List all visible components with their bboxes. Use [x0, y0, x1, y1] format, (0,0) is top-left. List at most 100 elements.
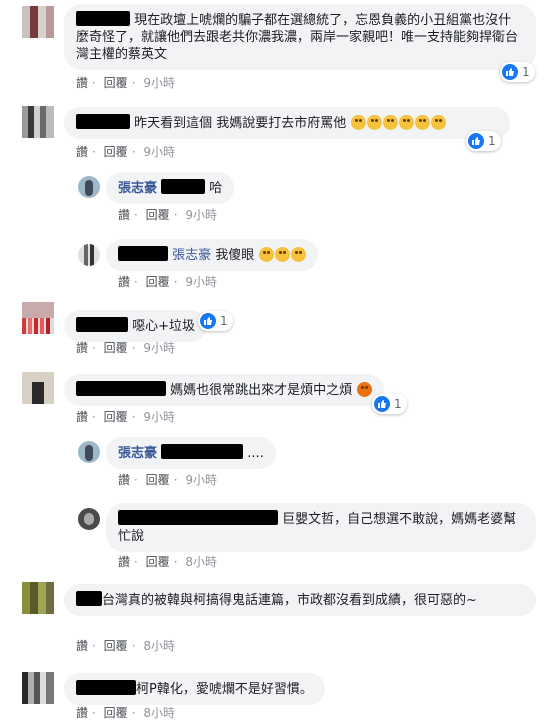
avatar[interactable] [22, 6, 54, 38]
laughing-emoji-icon [291, 247, 307, 262]
redacted-name [161, 179, 206, 194]
avatar[interactable] [78, 176, 100, 198]
comment-text: 噁心+垃圾 [132, 319, 196, 334]
timestamp[interactable]: 8小時 [185, 555, 217, 569]
laughing-emoji-icon [351, 115, 367, 130]
timestamp[interactable]: 8小時 [143, 639, 175, 653]
like-link[interactable]: 讚 [118, 555, 130, 569]
like-link[interactable]: 讚 [76, 76, 88, 90]
avatar[interactable] [22, 372, 54, 404]
redacted-name [76, 680, 136, 695]
like-reaction-icon [502, 64, 518, 80]
comment-text: 現在政壇上唬爛的騙子都在選總統了，忘恩負義的小丑組黨也沒什麼奇怪了，就讓他們去跟… [76, 13, 519, 62]
reply-link[interactable]: 回覆 [104, 706, 128, 720]
redacted-name [118, 246, 168, 261]
reaction-count[interactable]: 1 [500, 62, 535, 82]
comment-actions: 讚 · 回覆 · 8小時 [118, 555, 217, 569]
redacted-name [118, 510, 278, 525]
comment-actions: 讚 · 回覆 · 9小時 [76, 76, 175, 90]
redacted-name [76, 114, 130, 129]
comment-bubble: 張志豪 哈 [106, 172, 235, 204]
avatar[interactable] [78, 508, 100, 530]
comment-actions: 讚 · 回覆 · 9小時 [118, 208, 217, 222]
unamused-emoji-icon [399, 115, 415, 130]
comment-bubble: 噁心+垃圾 [64, 310, 208, 342]
avatar[interactable] [22, 582, 54, 614]
comment-bubble: 現在政壇上唬爛的騙子都在選總統了，忘恩負義的小丑組黨也沒什麼奇怪了，就讓他們去跟… [64, 4, 536, 70]
redacted-name [76, 591, 102, 606]
angry-emoji-icon [357, 382, 373, 397]
like-reaction-icon [200, 313, 216, 329]
reply-link[interactable]: 回覆 [146, 208, 170, 222]
laughing-emoji-icon [275, 247, 291, 262]
comment-bubble: 媽媽也很常跳出來才是煩中之煩 [64, 374, 385, 406]
comment-bubble: 張志豪 .... [106, 437, 276, 469]
timestamp[interactable]: 9小時 [143, 410, 175, 424]
like-link[interactable]: 讚 [76, 145, 88, 159]
avatar[interactable] [22, 106, 54, 138]
comment-bubble: 柯P韓化，愛唬爛不是好習慣。 [64, 673, 325, 705]
like-link[interactable]: 讚 [118, 275, 130, 289]
like-reaction-icon [468, 133, 484, 149]
reply-link[interactable]: 回覆 [104, 76, 128, 90]
timestamp[interactable]: 9小時 [185, 208, 217, 222]
timestamp[interactable]: 9小時 [185, 275, 217, 289]
comment-actions: 讚 · 回覆 · 9小時 [76, 145, 175, 159]
timestamp[interactable]: 9小時 [185, 473, 217, 487]
comment-actions: 讚 · 回覆 · 8小時 [76, 706, 175, 720]
author-name[interactable]: 張志豪 [118, 446, 157, 461]
comment-text: 台灣真的被韓與柯搞得鬼話連篇，市政都沒看到成績，很可惡的~ [102, 593, 477, 608]
timestamp[interactable]: 8小時 [143, 706, 175, 720]
comment-actions: 讚 · 回覆 · 9小時 [76, 341, 175, 355]
like-link[interactable]: 讚 [76, 706, 88, 720]
comment-actions: 讚 · 回覆 · 9小時 [118, 275, 217, 289]
comment-text: 昨天看到這個 我媽說要打去市府罵他 [134, 116, 347, 131]
like-link[interactable]: 讚 [118, 473, 130, 487]
comment-text: .... [247, 446, 264, 461]
reply-link[interactable]: 回覆 [146, 555, 170, 569]
avatar[interactable] [22, 302, 54, 334]
laughing-emoji-icon [259, 247, 275, 262]
avatar[interactable] [78, 441, 100, 463]
like-reaction-icon [374, 396, 390, 412]
reaction-count[interactable]: 1 [372, 394, 407, 414]
comment-text: 我傻眼 [215, 248, 255, 263]
comment-actions: 讚 · 回覆 · 9小時 [118, 473, 217, 487]
reaction-count[interactable]: 1 [466, 131, 501, 151]
avatar[interactable] [22, 672, 54, 704]
comment-bubble: 台灣真的被韓與柯搞得鬼話連篇，市政都沒看到成績，很可惡的~ [64, 584, 536, 616]
mentioned-name[interactable]: 張志豪 [172, 248, 211, 263]
timestamp[interactable]: 9小時 [143, 341, 175, 355]
comment-text: 柯P韓化，愛唬爛不是好習慣。 [136, 682, 313, 697]
reply-link[interactable]: 回覆 [104, 145, 128, 159]
comment-actions: 讚 · 回覆 · 8小時 [76, 639, 175, 653]
comment-actions: 讚 · 回覆 · 9小時 [76, 410, 175, 424]
like-link[interactable]: 讚 [76, 410, 88, 424]
reply-link[interactable]: 回覆 [146, 275, 170, 289]
comment-bubble: 巨嬰文哲，自己想選不敢說，媽媽老婆幫忙說 [106, 503, 536, 552]
comment-bubble: 張志豪 我傻眼 [106, 239, 319, 271]
like-link[interactable]: 讚 [118, 208, 130, 222]
timestamp[interactable]: 9小時 [143, 76, 175, 90]
unamused-emoji-icon [431, 115, 447, 130]
reply-link[interactable]: 回覆 [104, 410, 128, 424]
comment-text: 哈 [209, 181, 223, 196]
unamused-emoji-icon [415, 115, 431, 130]
comment-text: 媽媽也很常跳出來才是煩中之煩 [170, 383, 353, 398]
timestamp[interactable]: 9小時 [143, 145, 175, 159]
like-link[interactable]: 讚 [76, 341, 88, 355]
laughing-emoji-icon [383, 115, 399, 130]
reply-link[interactable]: 回覆 [146, 473, 170, 487]
redacted-name [76, 381, 166, 396]
author-name[interactable]: 張志豪 [118, 181, 157, 196]
avatar[interactable] [78, 244, 100, 266]
reply-link[interactable]: 回覆 [104, 341, 128, 355]
redacted-name [161, 444, 244, 459]
like-link[interactable]: 讚 [76, 639, 88, 653]
redacted-name [76, 11, 130, 26]
reaction-count[interactable]: 1 [198, 311, 233, 331]
laughing-emoji-icon [367, 115, 383, 130]
reply-link[interactable]: 回覆 [104, 639, 128, 653]
redacted-name [76, 317, 128, 332]
comment-bubble: 昨天看到這個 我媽說要打去市府罵他 [64, 107, 510, 139]
